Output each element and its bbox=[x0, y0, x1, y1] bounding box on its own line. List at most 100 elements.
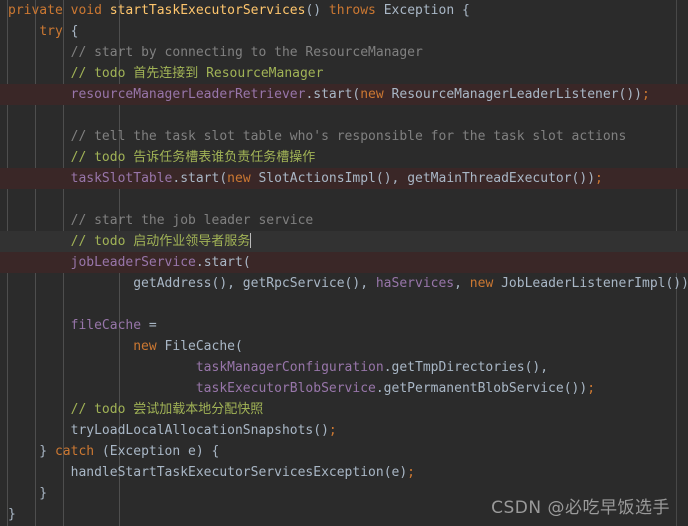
code-line[interactable]: // todo 告诉任务槽表谁负责任务槽操作 bbox=[0, 147, 688, 168]
code-token: new bbox=[133, 339, 157, 354]
code-token: ; bbox=[407, 465, 415, 480]
code-token: .getPermanentBlobService()) bbox=[375, 381, 588, 396]
code-line[interactable]: // start by connecting to the ResourceMa… bbox=[0, 42, 688, 63]
code-token: } bbox=[8, 486, 48, 501]
code-token: { bbox=[454, 3, 470, 18]
code-token: { bbox=[62, 24, 79, 39]
code-token: // start by connecting to the ResourceMa… bbox=[70, 45, 423, 60]
code-line[interactable]: try { bbox=[0, 21, 688, 42]
code-token: start( bbox=[203, 255, 251, 270]
code-token: = bbox=[141, 318, 157, 333]
code-token: jobLeaderService bbox=[70, 255, 196, 270]
code-token: taskExecutorBlobService bbox=[195, 381, 376, 396]
code-token: (Exception e) { bbox=[94, 444, 220, 459]
code-line[interactable] bbox=[0, 294, 688, 315]
code-line[interactable]: } catch (Exception e) { bbox=[0, 441, 688, 462]
code-token: SlotActionsImpl(), getMainThreadExecutor… bbox=[250, 171, 596, 186]
code-line[interactable]: } bbox=[0, 483, 688, 504]
code-token: startTaskExecutorServices bbox=[109, 3, 306, 18]
code-line[interactable]: // todo 首先连接到 ResourceManager bbox=[0, 63, 688, 84]
code-token: // todo 首先连接到 ResourceManager bbox=[70, 66, 324, 81]
code-token: // start the job leader service bbox=[70, 213, 314, 228]
code-token: getAddress(), getRpcService(), bbox=[8, 276, 376, 291]
code-token: () bbox=[305, 3, 329, 18]
code-line[interactable]: resourceManagerLeaderRetriever.start(new… bbox=[0, 84, 688, 105]
code-token: // todo 启动作业领导者服务 bbox=[70, 234, 251, 249]
code-token: resourceManagerLeaderRetriever bbox=[70, 87, 306, 102]
code-token: FileCache( bbox=[156, 339, 243, 354]
code-token: } bbox=[8, 507, 16, 522]
code-token: . bbox=[195, 255, 204, 270]
code-token: ; bbox=[642, 87, 650, 102]
code-line[interactable]: // tell the task slot table who's respon… bbox=[0, 126, 688, 147]
code-token: ; bbox=[587, 381, 596, 396]
code-token: , bbox=[454, 276, 470, 291]
code-token: private bbox=[8, 3, 63, 18]
code-line[interactable]: handleStartTaskExecutorServicesException… bbox=[0, 462, 688, 483]
code-line[interactable]: taskSlotTable.start(new SlotActionsImpl(… bbox=[0, 168, 688, 189]
code-token: taskSlotTable bbox=[70, 171, 173, 186]
code-token: haServices bbox=[375, 276, 455, 291]
code-line[interactable]: tryLoadLocalAllocationSnapshots(); bbox=[0, 420, 688, 441]
code-editor[interactable]: private void startTaskExecutorServices()… bbox=[0, 0, 688, 526]
code-token: catch bbox=[54, 444, 95, 459]
code-line[interactable]: getAddress(), getRpcService(), haService… bbox=[0, 273, 688, 294]
code-token: new bbox=[227, 171, 251, 186]
code-token: taskManagerConfiguration bbox=[195, 360, 384, 375]
text-caret bbox=[250, 233, 252, 248]
code-line[interactable]: taskExecutorBlobService.getPermanentBlob… bbox=[0, 378, 688, 399]
code-line[interactable] bbox=[0, 105, 688, 126]
code-token: fileCache bbox=[70, 318, 142, 333]
code-line[interactable]: } bbox=[0, 504, 688, 525]
code-token: start( bbox=[180, 171, 228, 186]
code-token: void bbox=[70, 3, 102, 18]
code-line[interactable] bbox=[0, 189, 688, 210]
code-token: // tell the task slot table who's respon… bbox=[70, 129, 627, 144]
code-token: handleStartTaskExecutorServicesException… bbox=[70, 465, 408, 480]
code-line[interactable]: // todo 尝试加载本地分配快照 bbox=[0, 399, 688, 420]
code-token: ; bbox=[595, 171, 603, 186]
code-token: new bbox=[469, 276, 494, 291]
code-token: ResourceManagerLeaderListener()) bbox=[383, 87, 642, 102]
code-line[interactable]: new FileCache( bbox=[0, 336, 688, 357]
code-token: ; bbox=[328, 423, 337, 438]
code-line[interactable]: private void startTaskExecutorServices()… bbox=[0, 0, 688, 21]
code-token: } bbox=[8, 444, 55, 459]
code-token: .getTmpDirectories(), bbox=[383, 360, 549, 375]
code-content[interactable]: private void startTaskExecutorServices()… bbox=[0, 0, 688, 525]
code-token: throws bbox=[328, 3, 376, 18]
code-token: // todo 尝试加载本地分配快照 bbox=[70, 402, 264, 417]
code-token: try bbox=[39, 24, 63, 39]
code-token: JobLeaderListenerImpl()) bbox=[493, 276, 688, 291]
code-token: new bbox=[360, 87, 384, 102]
code-line[interactable]: jobLeaderService.start( bbox=[0, 252, 688, 273]
code-token: // todo 告诉任务槽表谁负责任务槽操作 bbox=[70, 150, 316, 165]
code-token: tryLoadLocalAllocationSnapshots() bbox=[70, 423, 329, 438]
code-line[interactable]: // start the job leader service bbox=[0, 210, 688, 231]
code-line[interactable]: fileCache = bbox=[0, 315, 688, 336]
code-token: start( bbox=[313, 87, 361, 102]
code-line[interactable]: taskManagerConfiguration.getTmpDirectori… bbox=[0, 357, 688, 378]
code-token: Exception bbox=[383, 3, 455, 18]
code-line[interactable]: // todo 启动作业领导者服务 bbox=[0, 231, 688, 252]
